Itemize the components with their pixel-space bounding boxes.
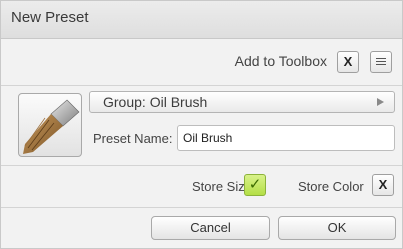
group-dropdown[interactable]: Group: Oil Brush bbox=[89, 91, 395, 113]
oil-brush-icon bbox=[23, 99, 80, 154]
dialog-title: New Preset bbox=[11, 9, 89, 26]
dialog-buttons-row: Cancel OK bbox=[1, 207, 402, 249]
new-preset-dialog: New Preset Add to Toolbox X Group: Oil B… bbox=[0, 0, 403, 249]
preset-name-label: Preset Name: bbox=[93, 131, 173, 146]
group-label: Group: Oil Brush bbox=[103, 94, 208, 110]
dialog-title-bar: New Preset bbox=[1, 1, 402, 39]
store-size-toggle[interactable]: ✓ bbox=[244, 174, 266, 196]
ok-button[interactable]: OK bbox=[278, 216, 396, 240]
add-to-toolbox-toggle[interactable]: X bbox=[337, 51, 359, 73]
triangle-right-icon bbox=[377, 98, 384, 106]
add-to-toolbox-row: Add to Toolbox X bbox=[1, 39, 402, 86]
store-size-label: Store Size bbox=[192, 179, 252, 194]
menu-lines-icon bbox=[376, 58, 386, 59]
add-to-toolbox-label: Add to Toolbox bbox=[234, 53, 327, 69]
menu-lines-icon-line bbox=[376, 64, 386, 65]
store-color-label: Store Color bbox=[298, 179, 364, 194]
store-options-row: Store Size ✓ Store Color X bbox=[1, 165, 402, 208]
store-color-toggle[interactable]: X bbox=[372, 174, 394, 196]
preset-name-input[interactable] bbox=[177, 125, 395, 151]
preset-icon-box[interactable] bbox=[18, 93, 82, 157]
preset-row: Group: Oil Brush Preset Name: bbox=[1, 85, 402, 166]
menu-lines-icon-line bbox=[376, 61, 386, 62]
cancel-button[interactable]: Cancel bbox=[151, 216, 270, 240]
options-menu-button[interactable] bbox=[370, 51, 392, 73]
